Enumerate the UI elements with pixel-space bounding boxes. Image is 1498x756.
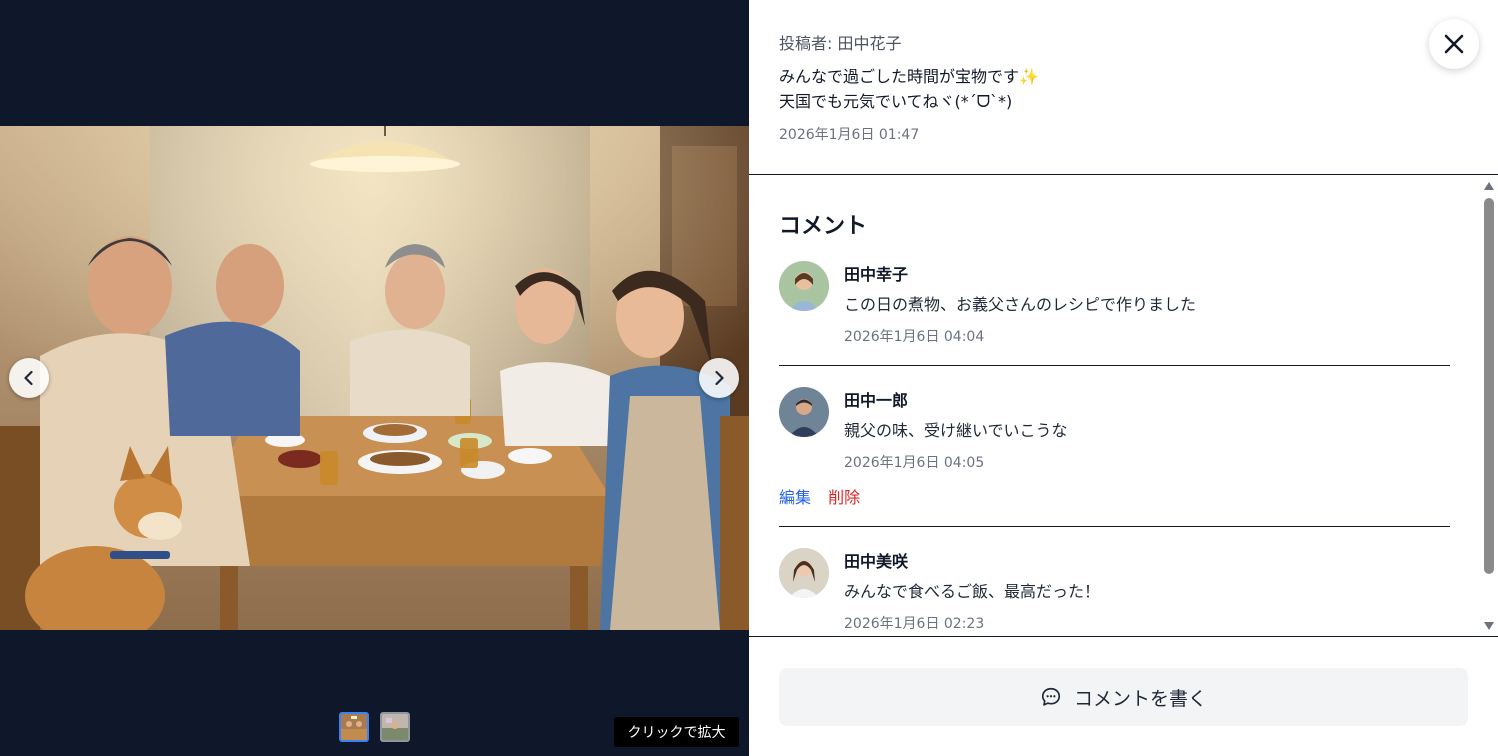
scroll-thumb[interactable] xyxy=(1484,198,1494,574)
post-viewer-modal: クリックで拡大 投稿者: 田中花子 みんなで過ごした時間が宝物です✨ 天国でも元… xyxy=(0,0,1498,756)
post-caption: みんなで過ごした時間が宝物です✨ 天国でも元気でいてねヾ(*´ᗜ`*) xyxy=(779,64,1039,114)
zoom-hint-label: クリックで拡大 xyxy=(614,717,739,747)
comment-author: 田中一郎 xyxy=(844,391,909,410)
comment-text: 親父の味、受け継いでいこうな xyxy=(844,421,1068,440)
comment-author: 田中幸子 xyxy=(844,265,909,284)
post-date: 2026年1月6日 01:47 xyxy=(779,127,920,143)
comment-date: 2026年1月6日 04:05 xyxy=(844,455,985,471)
comment-author: 田中美咲 xyxy=(844,552,909,571)
avatar[interactable] xyxy=(779,548,829,598)
chevron-right-icon xyxy=(715,370,724,386)
avatar[interactable] xyxy=(779,387,829,437)
avatar[interactable] xyxy=(779,261,829,311)
post-photo[interactable] xyxy=(0,126,749,630)
delete-comment-link[interactable]: 削除 xyxy=(828,488,860,507)
caption-line-2: 天国でも元気でいてねヾ(*´ᗜ`*) xyxy=(779,92,1013,111)
comments-scrollbar[interactable] xyxy=(1482,180,1496,632)
close-icon xyxy=(1444,34,1464,54)
edit-comment-link[interactable]: 編集 xyxy=(779,488,811,507)
scroll-down-arrow-icon[interactable] xyxy=(1484,622,1494,630)
comment-divider xyxy=(779,526,1450,527)
comments-section[interactable]: コメント 田中幸子 この日の煮物、お義父さんのレシピで作りました 2026年1月… xyxy=(749,175,1498,636)
comments-title: コメント xyxy=(779,214,868,239)
post-detail-panel: 投稿者: 田中花子 みんなで過ごした時間が宝物です✨ 天国でも元気でいてねヾ(*… xyxy=(749,0,1498,756)
comment-date: 2026年1月6日 02:23 xyxy=(844,616,985,632)
thumbnail-1[interactable] xyxy=(339,712,369,742)
post-header: 投稿者: 田中花子 みんなで過ごした時間が宝物です✨ 天国でも元気でいてねヾ(*… xyxy=(749,0,1498,175)
chat-bubble-icon xyxy=(1041,687,1061,706)
comment-text: みんなで食べるご飯、最高だった！ xyxy=(844,582,1101,601)
comment-footer: コメントを書く xyxy=(749,636,1498,756)
comment-divider xyxy=(779,365,1450,366)
next-image-button[interactable] xyxy=(699,358,739,398)
comment-date: 2026年1月6日 04:04 xyxy=(844,329,985,345)
thumbnail-2[interactable] xyxy=(380,712,410,742)
thumbnail-strip xyxy=(339,712,410,742)
previous-image-button[interactable] xyxy=(9,358,49,398)
comment-actions: 編集 削除 xyxy=(779,484,860,508)
write-comment-label: コメントを書く xyxy=(1073,687,1207,710)
write-comment-button[interactable]: コメントを書く xyxy=(779,668,1468,726)
chevron-left-icon xyxy=(24,370,33,386)
post-author: 投稿者: 田中花子 xyxy=(779,34,902,53)
scroll-up-arrow-icon[interactable] xyxy=(1484,182,1494,190)
media-panel: クリックで拡大 xyxy=(0,0,749,756)
close-button[interactable] xyxy=(1429,19,1479,69)
comment-text: この日の煮物、お義父さんのレシピで作りました xyxy=(844,295,1197,314)
caption-line-1: みんなで過ごした時間が宝物です✨ xyxy=(779,67,1039,86)
